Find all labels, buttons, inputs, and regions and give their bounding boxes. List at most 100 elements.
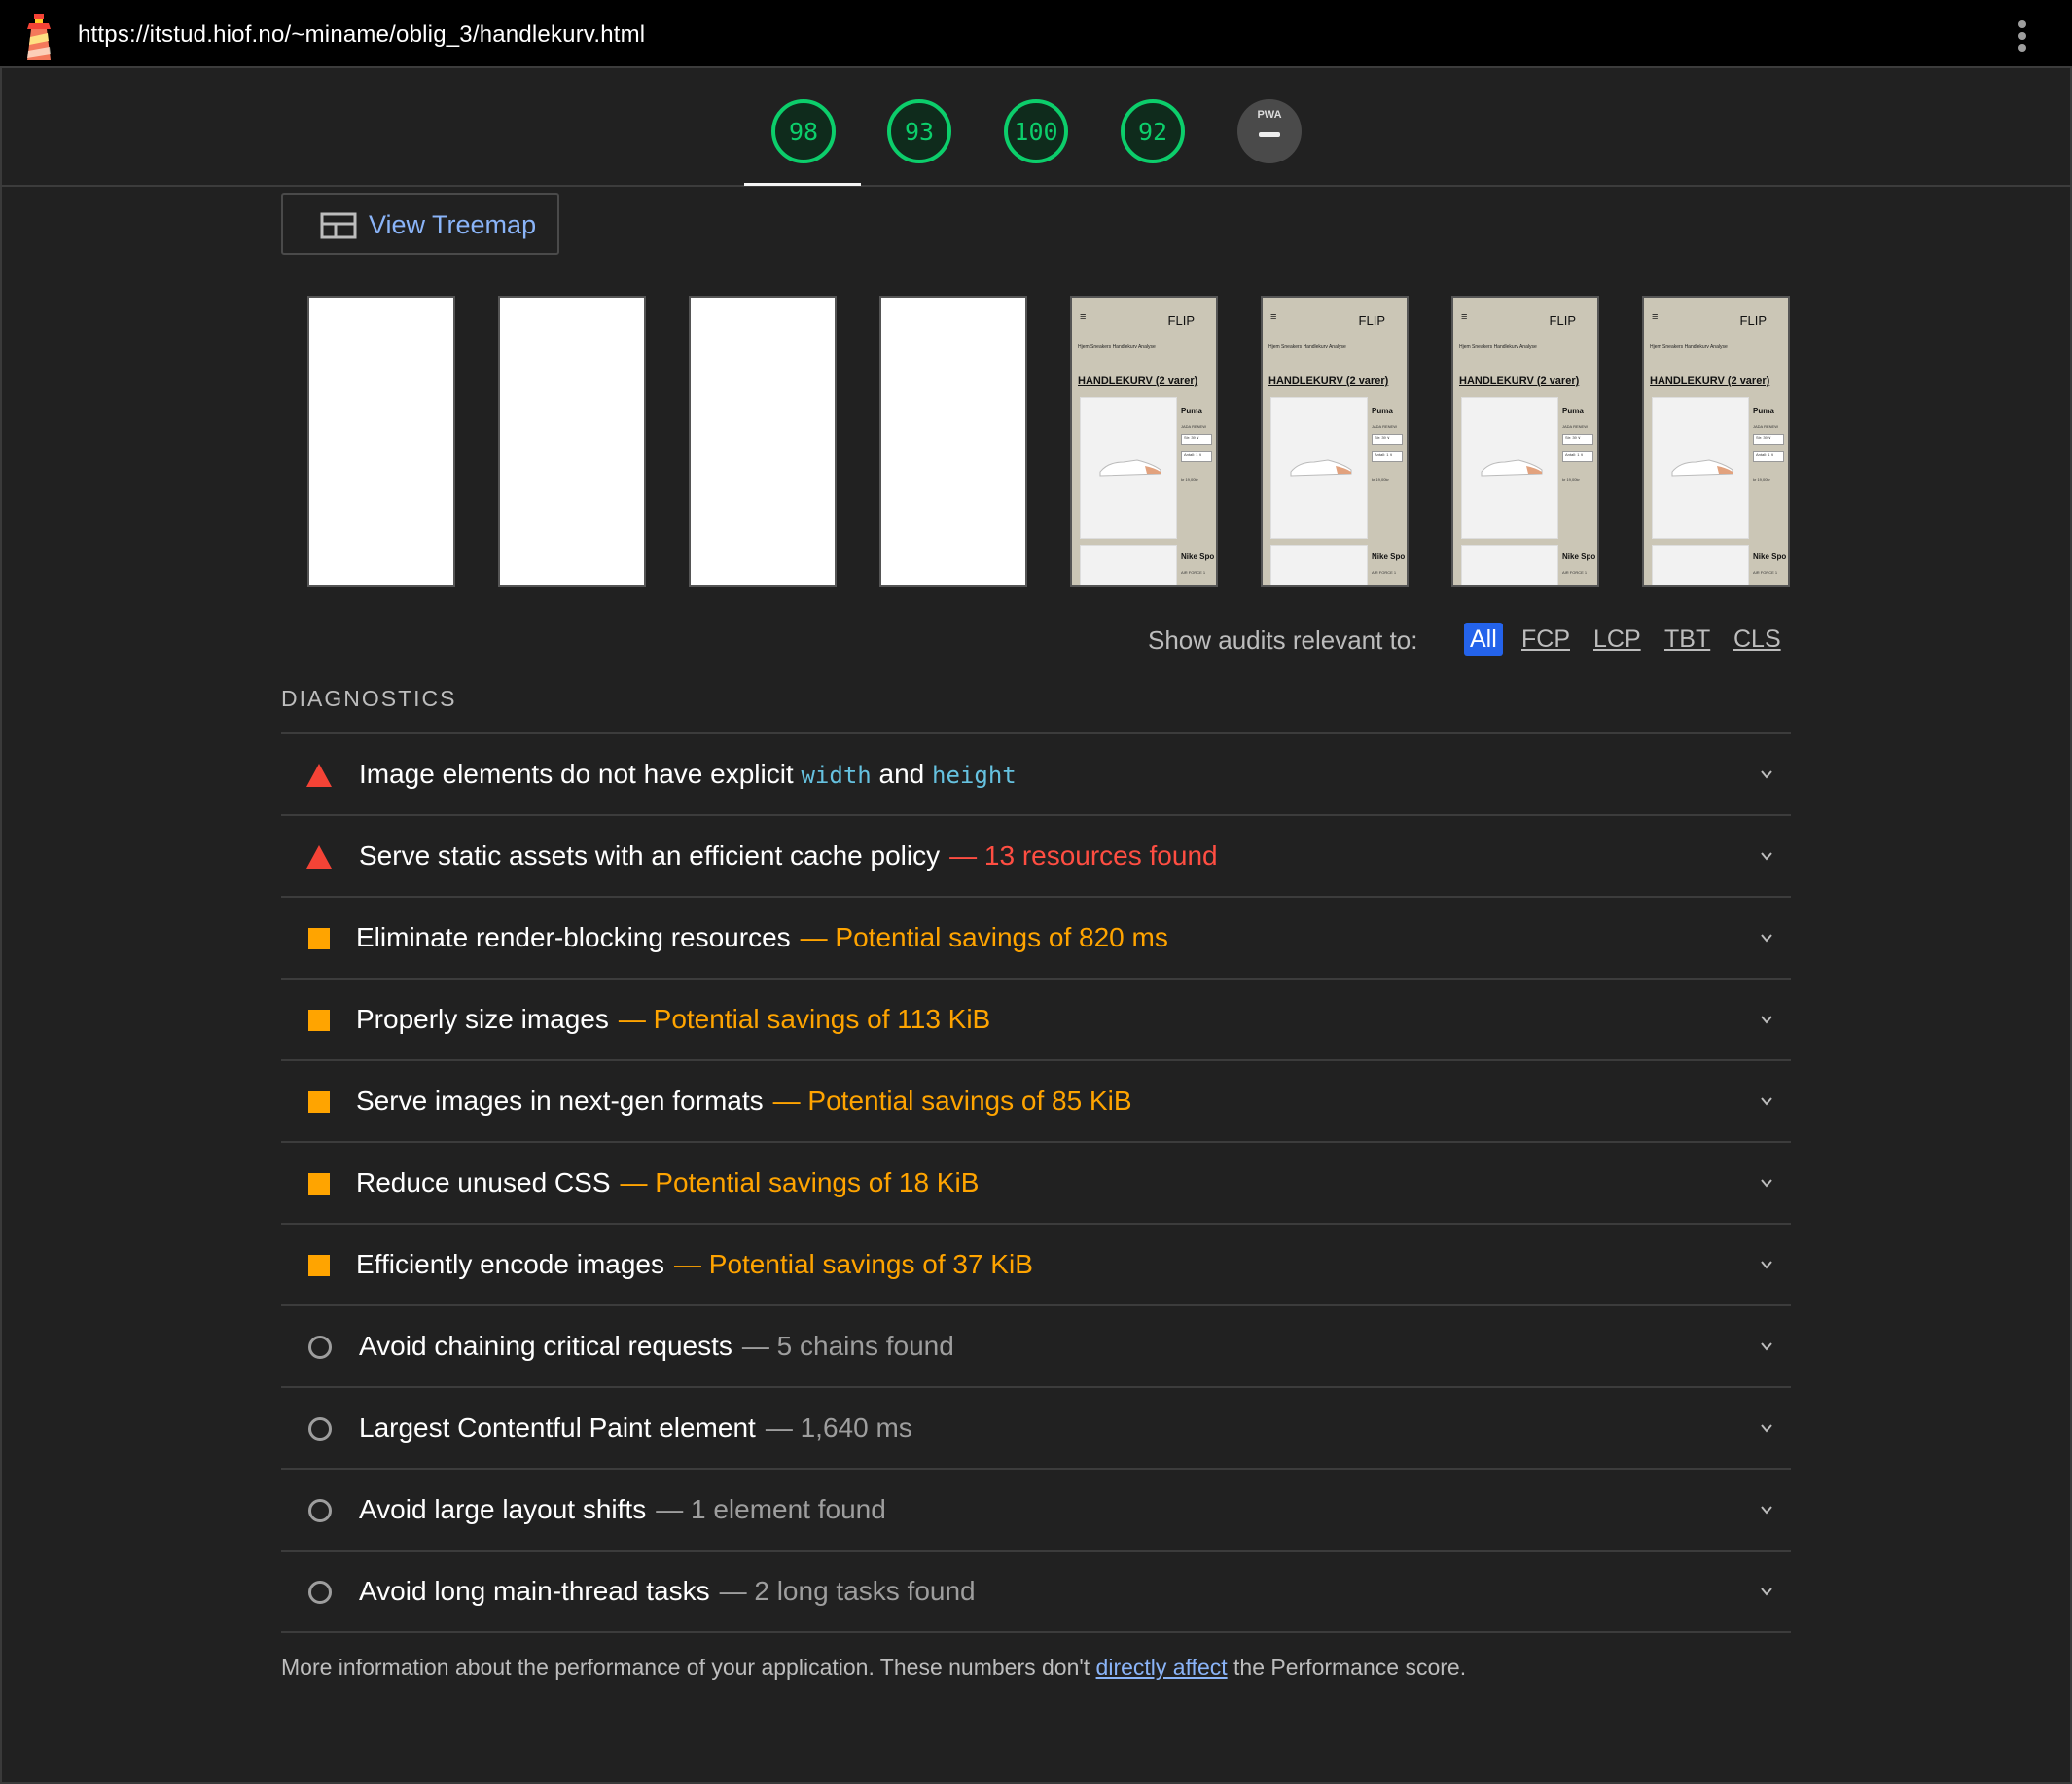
- audit-display-value: — Potential savings of 820 ms: [800, 922, 1168, 952]
- mini-qty-select: Antall: 1 ∨: [1372, 451, 1403, 462]
- audit-title-text: Image elements do not have explicit: [359, 759, 802, 789]
- filter-cls[interactable]: CLS: [1730, 623, 1785, 656]
- mini-detail: AIR FORCE 1: [1753, 570, 1778, 575]
- shoe-image-icon: [1099, 459, 1161, 477]
- shoe-image-icon: [1290, 459, 1352, 477]
- audit-lcp-element[interactable]: Largest Contentful Paint element — 1,640 …: [281, 1388, 1791, 1470]
- footer-text: the Performance score.: [1227, 1655, 1467, 1680]
- directly-affect-link[interactable]: directly affect: [1096, 1655, 1228, 1680]
- mini-nav: Hjem Sneakers Handlekurv Analyse: [1268, 344, 1346, 350]
- gauge-score: 92: [1137, 117, 1168, 146]
- audit-next-gen-formats[interactable]: Serve images in next-gen formats — Potent…: [281, 1061, 1791, 1143]
- average-square-icon: [308, 1010, 330, 1031]
- audit-unused-css[interactable]: Reduce unused CSS — Potential savings of …: [281, 1143, 1791, 1225]
- filter-label: Show audits relevant to:: [1148, 625, 1418, 655]
- audit-title: Efficiently encode images — Potential sav…: [356, 1249, 1033, 1280]
- chevron-down-icon: [1761, 1588, 1772, 1596]
- filmstrip-frame-page: ≡ FLIP Hjem Sneakers Handlekurv Analyse …: [1261, 296, 1409, 587]
- lighthouse-logo-icon: [27, 14, 51, 60]
- fail-triangle-icon: [306, 764, 332, 787]
- filter-tbt[interactable]: TBT: [1661, 623, 1714, 656]
- audit-unsized-images[interactable]: Image elements do not have explicit widt…: [281, 734, 1791, 816]
- seo-gauge[interactable]: 92: [1121, 99, 1185, 163]
- audit-title-text: Largest Contentful Paint element: [359, 1412, 756, 1443]
- audit-display-value: — 13 resources found: [949, 840, 1218, 871]
- mini-qty-select: Antall: 1 ∨: [1181, 451, 1212, 462]
- audit-title: Avoid large layout shifts — 1 element fou…: [359, 1494, 886, 1525]
- view-treemap-button[interactable]: View Treemap: [281, 193, 559, 255]
- audit-title-text: and: [871, 759, 933, 789]
- dot-icon: [2018, 20, 2026, 28]
- filter-all[interactable]: All: [1464, 623, 1503, 656]
- report-url: https://itstud.hiof.no/~miname/oblig_3/h…: [78, 21, 646, 48]
- mini-brand: Nike Spo: [1753, 553, 1787, 561]
- info-circle-icon: [308, 1336, 332, 1359]
- filmstrip-frame-page: ≡ FLIP Hjem Sneakers Handlekurv Analyse …: [1642, 296, 1790, 587]
- mini-size-select: Str: 39 ∨: [1562, 434, 1593, 445]
- gauge-score: 93: [904, 117, 935, 146]
- filmstrip-frame-blank: [879, 296, 1027, 587]
- mini-size-select: Str: 39 ∨: [1753, 434, 1784, 445]
- chevron-down-icon: [1761, 1179, 1772, 1188]
- view-treemap-label: View Treemap: [369, 210, 537, 239]
- mini-size-select: Str: 39 ∨: [1372, 434, 1403, 445]
- audit-title-text: Efficiently encode images: [356, 1249, 664, 1279]
- mini-product-card: [1270, 397, 1368, 539]
- info-circle-icon: [308, 1417, 332, 1441]
- mini-detail: JADA RENEW: [1753, 424, 1779, 429]
- accessibility-gauge[interactable]: 93: [887, 99, 951, 163]
- audit-display-value: — Potential savings of 18 KiB: [620, 1167, 980, 1197]
- filmstrip-frame-page: ≡ FLIP Hjem Sneakers Handlekurv Analyse …: [1070, 296, 1218, 587]
- audit-title: Serve static assets with an efficient ca…: [359, 840, 1218, 872]
- mini-price: kr 19,00kr: [1181, 477, 1198, 482]
- filter-lcp[interactable]: LCP: [1590, 623, 1645, 656]
- mini-qty-select: Antall: 1 ∨: [1562, 451, 1593, 462]
- audit-encode-images[interactable]: Efficiently encode images — Potential sav…: [281, 1225, 1791, 1306]
- mini-qty-select: Antall: 1 ∨: [1753, 451, 1784, 462]
- filter-fcp[interactable]: FCP: [1518, 623, 1574, 656]
- top-bar: https://itstud.hiof.no/~miname/oblig_3/h…: [0, 0, 2072, 68]
- diagnostics-title: DIAGNOSTICS: [281, 686, 457, 711]
- mini-product-card: [1080, 545, 1177, 585]
- active-gauge-indicator: [744, 183, 861, 186]
- mini-product-card: [1652, 397, 1749, 539]
- mini-brand: Puma: [1372, 407, 1393, 415]
- audit-title-text: Serve images in next-gen formats: [356, 1086, 764, 1116]
- mini-product-card: [1270, 545, 1368, 585]
- mini-product-card: [1461, 397, 1558, 539]
- mini-title: HANDLEKURV (2 varer): [1268, 375, 1389, 387]
- pwa-dash-icon: [1259, 132, 1280, 137]
- mini-brand: Puma: [1562, 407, 1584, 415]
- chevron-down-icon: [1761, 1097, 1772, 1106]
- performance-gauge[interactable]: 98: [771, 99, 836, 163]
- chevron-down-icon: [1761, 1342, 1772, 1351]
- chevron-down-icon: [1761, 1261, 1772, 1269]
- mini-product-card: [1461, 545, 1558, 585]
- mini-brand: Puma: [1753, 407, 1774, 415]
- mini-nav: Hjem Sneakers Handlekurv Analyse: [1650, 344, 1728, 350]
- mini-menu-icon: ≡: [1652, 311, 1659, 323]
- mini-nav: Hjem Sneakers Handlekurv Analyse: [1078, 344, 1156, 350]
- audit-render-blocking[interactable]: Eliminate render-blocking resources — Pot…: [281, 898, 1791, 980]
- tools-menu-button[interactable]: [2015, 18, 2030, 54]
- mini-price: kr 19,00kr: [1562, 477, 1580, 482]
- audit-critical-request-chains[interactable]: Avoid chaining critical requests — 5 chai…: [281, 1306, 1791, 1388]
- audit-layout-shifts[interactable]: Avoid large layout shifts — 1 element fou…: [281, 1470, 1791, 1552]
- mini-title: HANDLEKURV (2 varer): [1459, 375, 1580, 387]
- mini-detail: AIR FORCE 1: [1181, 570, 1206, 575]
- best-practices-gauge[interactable]: 100: [1004, 99, 1068, 163]
- shoe-image-icon: [1671, 459, 1733, 477]
- audit-long-tasks[interactable]: Avoid long main-thread tasks — 2 long tas…: [281, 1552, 1791, 1633]
- audit-title: Avoid chaining critical requests — 5 chai…: [359, 1331, 954, 1362]
- mini-detail: JADA RENEW: [1562, 424, 1589, 429]
- treemap-icon: [320, 212, 357, 239]
- audit-title: Image elements do not have explicit widt…: [359, 759, 1017, 790]
- mini-detail: JADA RENEW: [1181, 424, 1207, 429]
- audit-title: Properly size images — Potential savings …: [356, 1004, 990, 1035]
- audit-display-value: — 1 element found: [656, 1494, 886, 1524]
- filmstrip-frame-page: ≡ FLIP Hjem Sneakers Handlekurv Analyse …: [1451, 296, 1599, 587]
- audit-cache-policy[interactable]: Serve static assets with an efficient ca…: [281, 816, 1791, 898]
- mini-title: HANDLEKURV (2 varer): [1650, 375, 1770, 387]
- pwa-gauge[interactable]: PWA: [1237, 99, 1302, 163]
- audit-properly-size-images[interactable]: Properly size images — Potential savings …: [281, 980, 1791, 1061]
